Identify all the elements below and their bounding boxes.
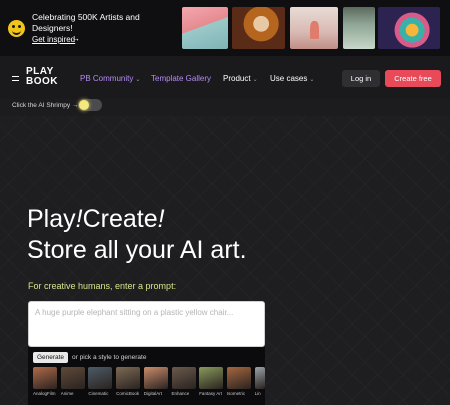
nav-pb-community-label: PB Community: [80, 74, 134, 83]
style-tile[interactable]: [199, 367, 224, 389]
headline-bang: !: [75, 205, 83, 233]
prompt-box[interactable]: [28, 301, 265, 347]
smiley-icon: [8, 20, 25, 37]
nav-use-cases-label: Use cases: [270, 74, 308, 83]
style-tile[interactable]: [60, 367, 85, 389]
chevron-down-icon: ⌄: [252, 77, 258, 83]
showcase-image[interactable]: [290, 7, 338, 49]
style-tile[interactable]: [226, 367, 251, 389]
style-name: AnalogFilm: [33, 391, 56, 396]
showcase-image[interactable]: [232, 7, 285, 49]
showcase-image[interactable]: [343, 7, 375, 49]
style-tile[interactable]: [254, 367, 265, 389]
style-tile[interactable]: [143, 367, 168, 389]
menu-icon[interactable]: [12, 76, 19, 81]
showcase-image[interactable]: [378, 7, 440, 49]
style-tile[interactable]: [88, 367, 113, 389]
nav-use-cases[interactable]: Use cases ⌄: [270, 74, 314, 83]
style-name: DigitalArt: [143, 391, 163, 396]
headline-bang: !: [157, 205, 165, 233]
style-tile[interactable]: [33, 367, 57, 389]
headline-create: Create: [82, 205, 158, 233]
chevron-down-icon: ⌄: [309, 77, 315, 83]
chevron-down-icon: ⌄: [135, 77, 141, 83]
nav-product[interactable]: Product ⌄: [223, 74, 258, 83]
shrimpy-toggle[interactable]: [78, 99, 102, 111]
style-hint: or pick a style to generate: [72, 354, 147, 361]
style-name: Anime: [60, 391, 74, 396]
shrimpy-label: Click the AI Shrimpy →: [12, 102, 79, 109]
prompt-input[interactable]: [35, 308, 259, 317]
nav-product-label: Product: [223, 74, 251, 83]
style-name: Lin: [254, 391, 261, 396]
nav-pb-community[interactable]: PB Community ⌄: [80, 74, 140, 83]
get-inspired-link[interactable]: Get inspired: [32, 35, 75, 44]
top-banner: Celebrating 500K Artists and Designers! …: [0, 0, 450, 56]
style-tile[interactable]: [171, 367, 196, 389]
main-nav: PLAY BOOK PB Community ⌄ Template Gallery…: [0, 56, 450, 99]
create-free-button[interactable]: Create free: [385, 70, 441, 87]
arrow-right-icon: →: [72, 34, 80, 43]
prompt-label: For creative humans, enter a prompt:: [28, 281, 177, 291]
headline-line2: Store all your AI art.: [27, 236, 247, 264]
headline-line1: Play!Create!: [27, 205, 165, 234]
login-button[interactable]: Log in: [342, 70, 380, 87]
style-name: ComicBook: [116, 391, 140, 396]
logo[interactable]: PLAY BOOK: [26, 67, 66, 87]
style-name: Fantasy Art: [199, 391, 222, 396]
showcase-image[interactable]: [182, 7, 228, 49]
generate-button[interactable]: Generate: [33, 352, 68, 363]
style-name: Enhance: [171, 391, 190, 396]
nav-template-gallery[interactable]: Template Gallery: [151, 74, 211, 83]
style-name: Isometric: [226, 391, 246, 396]
style-name: Cinematic: [88, 391, 109, 396]
toggle-knob: [79, 100, 89, 110]
style-tile[interactable]: [116, 367, 141, 389]
banner-message: Celebrating 500K Artists and Designers!: [32, 12, 140, 33]
headline-play: Play: [27, 205, 76, 233]
